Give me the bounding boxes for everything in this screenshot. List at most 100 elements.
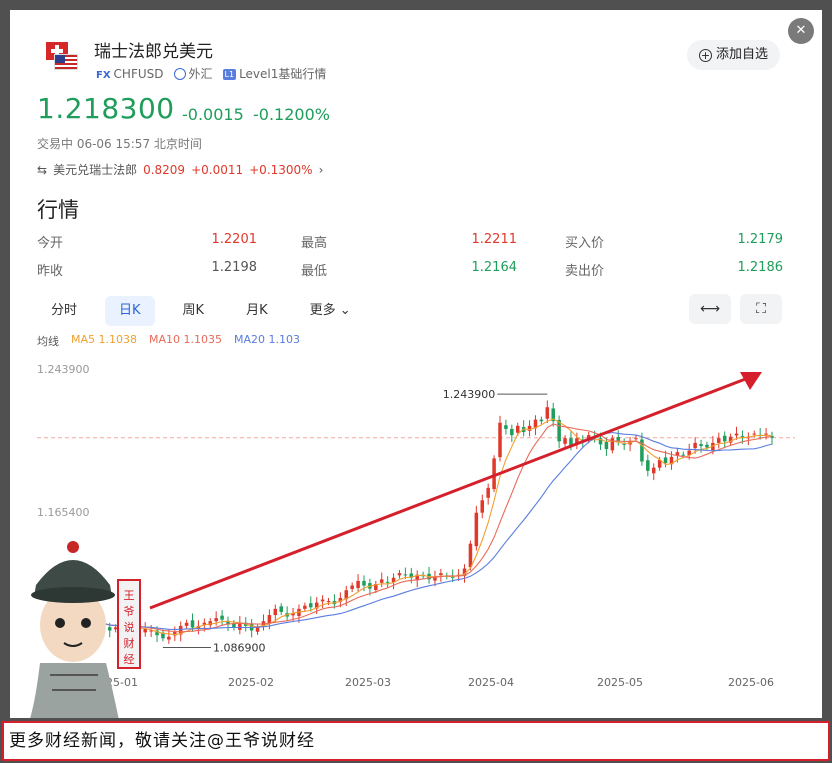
candle-body	[167, 636, 171, 640]
candle-body	[681, 454, 686, 456]
stat-prev-close: 昨收 1.2198	[37, 260, 257, 279]
ma-label: 均线	[37, 335, 59, 348]
price-change: -0.0015	[182, 105, 244, 124]
candle-body	[510, 428, 514, 436]
price-change-pct: -0.1200%	[253, 105, 330, 124]
candle-body	[539, 419, 544, 422]
candle-body	[693, 442, 697, 449]
candle-body	[326, 601, 331, 603]
tab-more[interactable]: 更多 ⌄	[296, 296, 365, 326]
chevron-down-icon: ⌄	[335, 303, 351, 318]
candle-body	[764, 433, 768, 435]
plus-icon: +	[698, 49, 712, 62]
mascot-watermark: 王 爷 说 财 经	[30, 541, 141, 718]
ma10-legend: MA10 1.1035	[149, 333, 222, 346]
candle-body	[356, 580, 360, 589]
chevron-right-icon: ›	[318, 162, 324, 177]
instrument-title: 瑞士法郎兑美元	[94, 42, 213, 62]
level-tag: L1 Level1基础行情	[222, 67, 327, 81]
stat-bid: 买入价 1.2179	[565, 232, 783, 251]
stat-high: 最高 1.2211	[301, 232, 517, 251]
low-marker-label: 1.086900	[213, 642, 266, 655]
candle-body	[273, 608, 278, 616]
candle-body	[279, 606, 283, 612]
tab-daily-k[interactable]: 日K	[105, 296, 155, 326]
tab-intraday[interactable]: 分时	[37, 296, 91, 326]
candle-body	[498, 422, 502, 458]
svg-text:爷: 爷	[124, 604, 135, 618]
candle-body	[545, 407, 550, 419]
candle-body	[468, 543, 473, 568]
ma5-line	[91, 418, 772, 636]
x-tick-label: 2025-02	[228, 676, 274, 689]
candle-body	[385, 581, 390, 583]
trading-status: 交易中 06-06 15:57 北京时间	[37, 137, 202, 151]
candle-body	[646, 460, 650, 471]
candle-body	[190, 620, 195, 628]
currency-flag-icon	[46, 42, 78, 72]
candle-body	[379, 579, 384, 583]
tab-monthly-k[interactable]: 月K	[232, 296, 282, 326]
candle-body	[610, 438, 615, 451]
fullscreen-icon[interactable]: ⛶	[740, 294, 782, 324]
swap-icon: ⇆	[37, 162, 48, 177]
candle-body	[220, 615, 224, 620]
x-tick-label: 2025-04	[468, 676, 514, 689]
candle-body	[238, 622, 242, 630]
mascot-seal-text: 王	[124, 589, 135, 602]
trend-arrow-line	[149, 376, 749, 610]
ma5-legend: MA5 1.1038	[71, 333, 137, 346]
globe-icon	[173, 68, 186, 80]
current-price: 1.218300	[37, 92, 175, 125]
section-title: 行情	[37, 198, 79, 222]
candle-body	[214, 618, 218, 622]
stat-low: 最低 1.2164	[301, 260, 517, 279]
ma20-legend: MA20 1.103	[234, 333, 300, 346]
market-tag: 外汇	[173, 65, 213, 82]
candle-body	[397, 573, 402, 576]
symbol-tag: FX CHFUSD	[96, 66, 164, 81]
candle-body	[486, 487, 490, 498]
candle-body	[752, 433, 757, 435]
ma-legend: 均线 MA5 1.1038 MA10 1.1035 MA20 1.103	[37, 333, 300, 349]
candle-body	[439, 573, 443, 576]
add-watchlist-button[interactable]: + 添加自选	[686, 40, 780, 70]
stat-open: 今开 1.2201	[37, 232, 257, 251]
candle-body	[474, 512, 479, 547]
candle-body	[722, 435, 727, 442]
svg-text:说: 说	[124, 620, 135, 634]
cross-rate-link[interactable]: ⇆ 美元兑瑞士法郎 0.8209 +0.0011 +0.1300% ›	[37, 161, 323, 178]
candle-body	[705, 444, 709, 448]
svg-text:经: 经	[124, 653, 135, 666]
candle-body	[604, 441, 609, 450]
candle-body	[184, 622, 189, 626]
period-tabs: 分时 日K 周K 月K 更多 ⌄	[37, 296, 379, 326]
high-marker-label: 1.243900	[443, 388, 496, 401]
svg-text:财: 财	[124, 636, 135, 650]
candle-body	[403, 574, 408, 576]
ma10-line	[91, 423, 773, 633]
close-icon[interactable]: ✕	[788, 18, 814, 44]
candle-body	[651, 467, 656, 474]
tab-weekly-k[interactable]: 周K	[169, 296, 219, 326]
candle-body	[362, 580, 366, 586]
quote-card: ✕ 瑞士法郎兑美元 FX CHFUSD 外汇 L1 Level1基础行情 + 添加自选…	[10, 10, 822, 718]
candle-body	[717, 438, 721, 443]
candle-body	[255, 627, 260, 632]
candle-body	[309, 603, 313, 608]
expand-width-icon[interactable]: ⟷	[689, 294, 731, 324]
candle-body	[634, 438, 638, 440]
level-badge: L1	[222, 69, 237, 80]
x-tick-label: 2025-03	[345, 676, 391, 689]
footer-banner: 更多财经新闻，敬请关注@王爷说财经	[2, 721, 830, 761]
candle-body	[699, 444, 703, 446]
candle-body	[480, 500, 485, 513]
mascot-figure	[30, 541, 119, 718]
candle-body	[515, 425, 520, 433]
candle-body	[504, 425, 508, 429]
candle-body	[303, 605, 307, 609]
stat-ask: 卖出价 1.2186	[565, 260, 783, 279]
candle-body	[350, 585, 354, 589]
candle-body	[663, 457, 668, 464]
candle-body	[320, 599, 325, 602]
